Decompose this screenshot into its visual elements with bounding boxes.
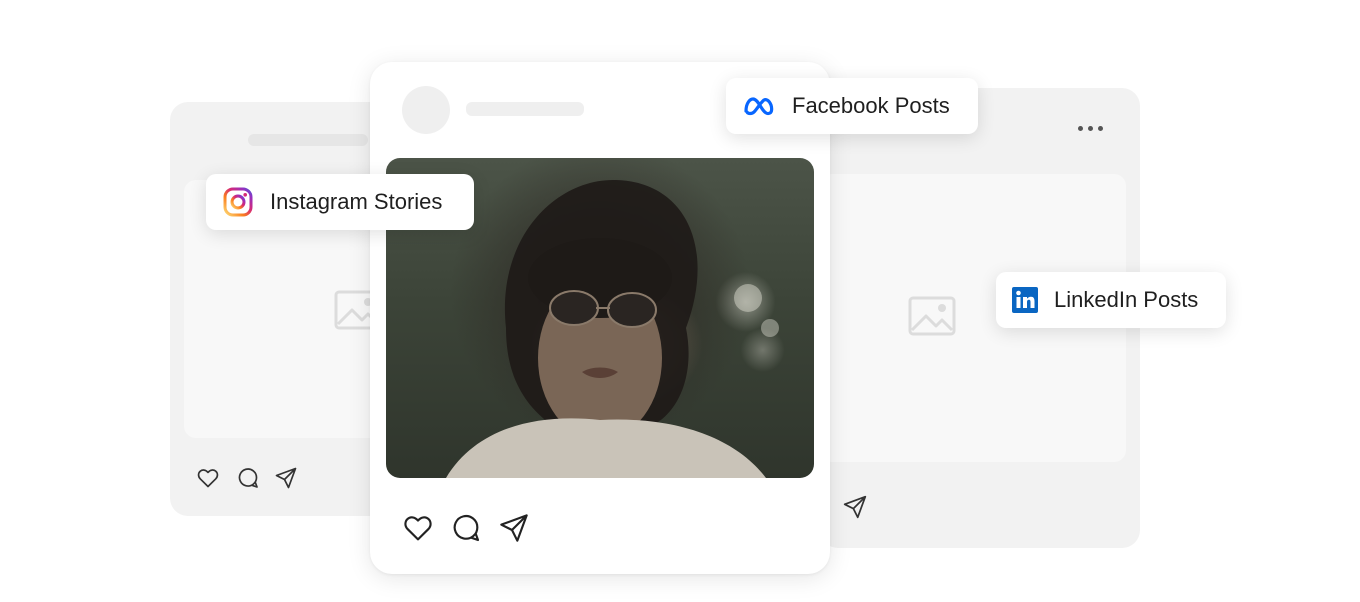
linkedin-posts-badge[interactable]: LinkedIn Posts	[996, 272, 1226, 328]
send-icon[interactable]	[498, 512, 530, 544]
instagram-stories-badge[interactable]: Instagram Stories	[206, 174, 474, 230]
avatar	[402, 86, 450, 134]
send-icon[interactable]	[274, 466, 298, 490]
skeleton-username	[248, 134, 368, 146]
more-dots-icon[interactable]	[1078, 126, 1103, 131]
image-placeholder-icon	[908, 296, 956, 336]
send-icon[interactable]	[842, 494, 868, 520]
meta-logo-icon	[744, 97, 774, 116]
badge-label: Facebook Posts	[792, 93, 950, 118]
skeleton-username	[466, 102, 584, 116]
linkedin-logo-icon	[1012, 287, 1038, 313]
heart-icon[interactable]	[402, 512, 434, 544]
badge-label: LinkedIn Posts	[1054, 287, 1199, 312]
heart-icon[interactable]	[196, 466, 220, 490]
facebook-posts-badge[interactable]: Facebook Posts	[726, 78, 978, 134]
instagram-logo-icon	[223, 187, 253, 217]
badge-label: Instagram Stories	[270, 189, 443, 214]
comment-icon[interactable]	[236, 466, 260, 490]
facebook-post-card	[370, 62, 830, 574]
comment-icon[interactable]	[450, 512, 482, 544]
